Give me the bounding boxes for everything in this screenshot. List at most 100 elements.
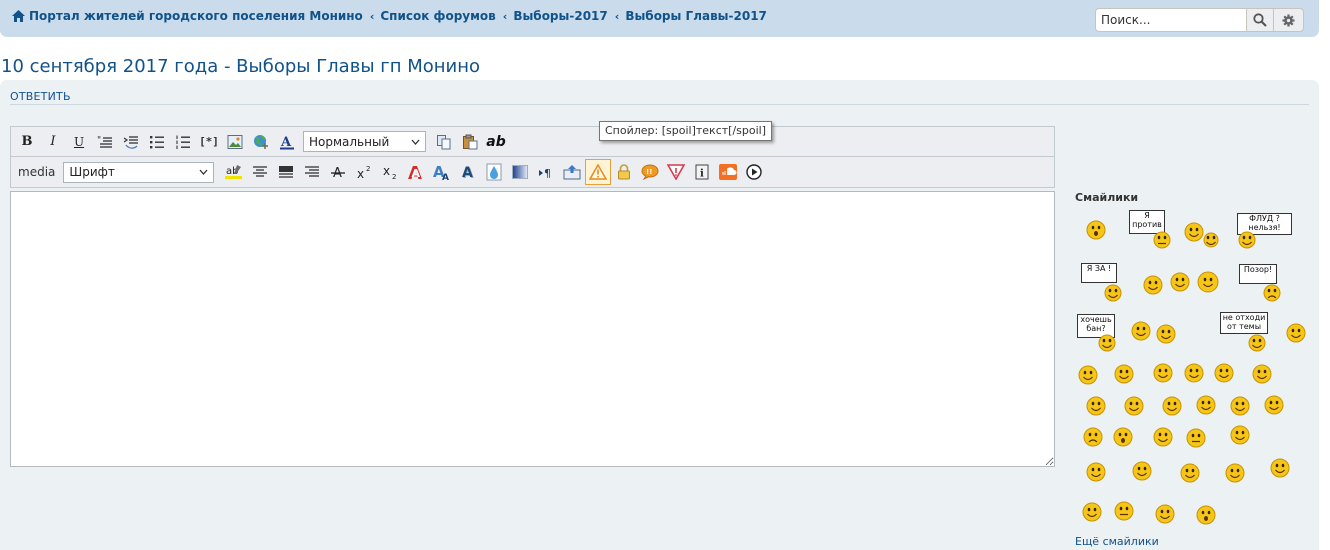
smiley-icon[interactable]	[1141, 273, 1165, 297]
font-size-red-button[interactable]: A A	[403, 159, 429, 185]
soundcloud-icon	[719, 164, 738, 180]
upload-button[interactable]	[559, 159, 585, 185]
format-select-value: Нормальный	[309, 134, 390, 149]
quote-button[interactable]: "	[92, 129, 118, 155]
svg-text:x: x	[383, 164, 390, 178]
soundcloud-button[interactable]	[715, 159, 741, 185]
smiley-icon[interactable]	[1095, 331, 1119, 355]
smiley-icon[interactable]	[1268, 456, 1292, 480]
shadow-button[interactable]: A A	[455, 159, 481, 185]
search-button[interactable]	[1246, 8, 1274, 32]
paste-button[interactable]	[457, 129, 483, 155]
smiley-icon[interactable]	[1080, 500, 1104, 524]
smiley-icon[interactable]	[1084, 394, 1108, 418]
warning-icon	[589, 164, 608, 180]
smiley-icon[interactable]	[1260, 281, 1284, 305]
smiley-icon[interactable]	[1245, 331, 1269, 355]
smiley-icon[interactable]	[1194, 503, 1218, 527]
smiley-icon[interactable]	[1262, 393, 1286, 417]
smiley-icon[interactable]	[1112, 499, 1136, 523]
smiley-icon[interactable]	[1154, 322, 1178, 346]
smiley-icon[interactable]	[1178, 461, 1202, 485]
underline-button[interactable]: U	[66, 129, 92, 155]
align-right-button[interactable]	[299, 159, 325, 185]
chevron-down-icon	[199, 169, 208, 175]
smiley-icon[interactable]	[1084, 460, 1108, 484]
smiley-icon[interactable]	[1228, 394, 1252, 418]
gradient-button[interactable]	[507, 159, 533, 185]
align-justify-button[interactable]	[273, 159, 299, 185]
moderator-button[interactable]	[663, 159, 689, 185]
smiley-icon[interactable]	[1168, 270, 1192, 294]
smiley-icon[interactable]	[1196, 270, 1220, 294]
replace-button[interactable]: ab	[483, 129, 509, 155]
subscript-button[interactable]: x 2	[377, 159, 403, 185]
smiley-icon[interactable]	[1223, 461, 1247, 485]
smiley-icon[interactable]	[1111, 425, 1135, 449]
italic-button[interactable]: I	[40, 129, 66, 155]
smiley-icon[interactable]	[1084, 218, 1108, 242]
image-button[interactable]	[222, 129, 248, 155]
smiley-icon[interactable]	[1122, 394, 1146, 418]
breadcrumb-elections[interactable]: Выборы-2017	[513, 9, 607, 23]
format-select[interactable]: Нормальный	[303, 131, 426, 152]
bullet-list-icon	[150, 135, 164, 148]
highlight-button[interactable]: ab	[221, 159, 247, 185]
bullet-list-button[interactable]	[144, 129, 170, 155]
smiley-icon[interactable]	[1199, 228, 1223, 252]
smiley-icon[interactable]	[1250, 362, 1274, 386]
smiley-icon[interactable]	[1130, 459, 1154, 483]
direction-button[interactable]: ¶	[533, 159, 559, 185]
align-center-button[interactable]	[247, 159, 273, 185]
smiley-icon[interactable]	[1081, 425, 1105, 449]
smiley-icon[interactable]	[1184, 426, 1208, 450]
font-select[interactable]: Шрифт	[63, 161, 215, 183]
copy-button[interactable]	[431, 129, 457, 155]
smiley-icon[interactable]	[1235, 228, 1259, 252]
glow-text-icon: A A	[433, 163, 449, 181]
smiley-icon[interactable]	[1076, 363, 1100, 387]
smiley-icon[interactable]	[1284, 321, 1308, 345]
hidden-text-button[interactable]	[611, 159, 637, 185]
smiley-icon[interactable]	[1153, 502, 1177, 526]
smiley-icon[interactable]	[1151, 361, 1175, 385]
spoiler-button[interactable]	[585, 159, 612, 185]
breadcrumb-forum-list[interactable]: Список форумов	[380, 9, 495, 23]
breadcrumb: Портал жителей городского поселения Мони…	[12, 9, 767, 23]
breadcrumb-portal[interactable]: Портал жителей городского поселения Мони…	[29, 9, 363, 23]
smiley-icon[interactable]	[1228, 423, 1252, 447]
smiley-icon[interactable]	[1150, 228, 1174, 252]
superscript-button[interactable]: x 2	[351, 159, 377, 185]
bold-button[interactable]: B	[14, 129, 40, 155]
message-textarea[interactable]	[10, 191, 1055, 467]
smiley-icon[interactable]	[1160, 394, 1184, 418]
smiley-icon[interactable]	[1112, 362, 1136, 386]
info-icon: i	[695, 164, 709, 180]
link-button[interactable]	[248, 129, 274, 155]
smiley-icon[interactable]	[1129, 319, 1153, 343]
breadcrumb-head-elections[interactable]: Выборы Главы-2017	[625, 9, 767, 23]
smiley-icon[interactable]	[1101, 281, 1125, 305]
search-input[interactable]	[1095, 8, 1247, 32]
font-color-button[interactable]: A	[274, 129, 300, 155]
blur-button[interactable]	[481, 159, 507, 185]
numbered-list-button[interactable]	[170, 129, 196, 155]
page-title[interactable]: 10 сентября 2017 года - Выборы Главы гп …	[1, 56, 480, 77]
media-button[interactable]: media	[18, 165, 55, 179]
chevron-left-icon: ‹	[502, 9, 508, 23]
smiley-sign-label[interactable]: Я ЗА !	[1081, 263, 1117, 283]
code-button[interactable]	[118, 129, 144, 155]
video-button[interactable]	[741, 159, 767, 185]
smiley-icon[interactable]	[1194, 393, 1218, 417]
list-item-button[interactable]: [*]	[196, 129, 222, 155]
smiley-icon[interactable]	[1151, 425, 1175, 449]
home-icon[interactable]	[12, 10, 25, 22]
strikethrough-button[interactable]: A	[325, 159, 351, 185]
smiley-icon[interactable]	[1212, 361, 1236, 385]
info-button[interactable]: i	[689, 159, 715, 185]
subscript-icon: x 2	[383, 164, 396, 180]
glow-button[interactable]: A A	[429, 159, 455, 185]
offtopic-button[interactable]: !!	[637, 159, 663, 185]
smiley-icon[interactable]	[1182, 361, 1206, 385]
advanced-search-button[interactable]	[1273, 8, 1304, 32]
